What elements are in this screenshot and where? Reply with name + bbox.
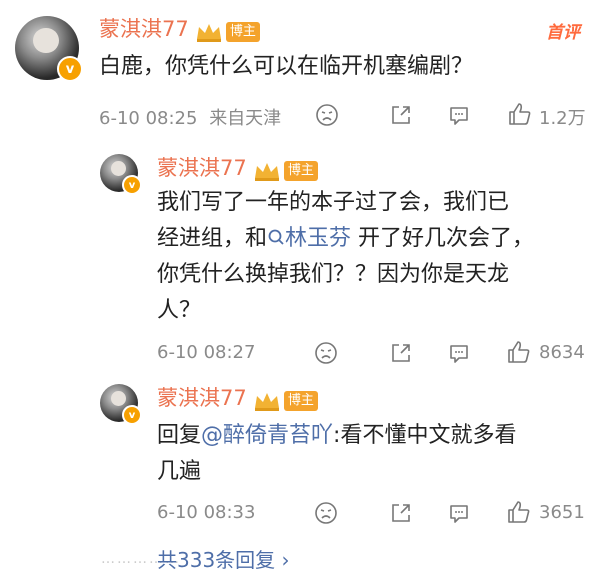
reply-line: 回复@醉倚青苔吖:看不懂中文就多看 bbox=[157, 418, 597, 454]
reply-line: 经进组，和 林玉芬 开了好几次会了， bbox=[157, 221, 597, 257]
comment-icon[interactable] bbox=[447, 341, 471, 365]
verified-icon: v bbox=[57, 56, 83, 82]
comment-icon[interactable] bbox=[447, 103, 471, 127]
like-icon[interactable] bbox=[506, 499, 532, 525]
author-name[interactable]: 蒙淇淇77 bbox=[99, 17, 189, 41]
reply-line: 人？ bbox=[157, 298, 202, 323]
blogger-badge: 博主 bbox=[283, 160, 318, 181]
comment-text: 白鹿，你凭什么可以在临开机塞编剧？ bbox=[99, 54, 474, 79]
crown-icon bbox=[254, 162, 279, 181]
comment-icon[interactable] bbox=[447, 501, 471, 525]
timestamp: 6-10 08:25 bbox=[99, 108, 198, 129]
reply-time: 6-10 08:27 bbox=[157, 342, 256, 363]
reply-text-part: 开了好几次会了， bbox=[351, 226, 535, 251]
search-icon bbox=[268, 229, 284, 245]
blogger-badge: 博主 bbox=[283, 390, 318, 411]
reply-header: 蒙淇淇77 博主 bbox=[157, 382, 318, 412]
crown-icon bbox=[196, 23, 221, 42]
reply-line: 我们写了一年的本子过了会，我们已 bbox=[157, 190, 510, 215]
reply-prefix: 回复 bbox=[157, 423, 202, 448]
like-count: 1.2万 bbox=[539, 108, 586, 129]
reply-line: 你凭什么换掉我们？？因为你是天龙 bbox=[157, 262, 510, 287]
avatar[interactable]: v bbox=[100, 384, 142, 425]
comment-time: 6-10 08:25 来自天津 bbox=[99, 104, 281, 130]
reply-header: 蒙淇淇77 博主 bbox=[157, 152, 318, 182]
first-comment-tag: 首评 bbox=[546, 23, 580, 43]
share-icon[interactable] bbox=[389, 341, 413, 365]
location: 来自天津 bbox=[209, 108, 282, 129]
avatar[interactable]: v bbox=[15, 16, 83, 82]
mention-link[interactable]: @醉倚青苔吖 bbox=[201, 423, 333, 448]
reply-line: 几遍 bbox=[157, 459, 202, 484]
like-icon[interactable] bbox=[506, 339, 532, 365]
dislike-icon[interactable] bbox=[314, 501, 338, 525]
reply-text-part: :看不懂中文就多看 bbox=[333, 423, 517, 448]
verified-icon: v bbox=[122, 405, 142, 425]
share-icon[interactable] bbox=[389, 501, 413, 525]
avatar[interactable]: v bbox=[100, 154, 142, 195]
reply-text: 回复@醉倚青苔吖:看不懂中文就多看 几遍 bbox=[157, 418, 597, 490]
crown-icon bbox=[254, 392, 279, 411]
search-mention-link[interactable]: 林玉芬 bbox=[267, 226, 351, 251]
blogger-badge: 博主 bbox=[225, 21, 260, 42]
reply-text: 我们写了一年的本子过了会，我们已 经进组，和 林玉芬 开了好几次会了， 你凭什么换… bbox=[157, 185, 597, 329]
share-icon[interactable] bbox=[389, 103, 413, 127]
author-name[interactable]: 蒙淇淇77 bbox=[157, 156, 247, 180]
like-count: 3651 bbox=[539, 502, 585, 523]
like-icon[interactable] bbox=[507, 101, 533, 127]
author-name[interactable]: 蒙淇淇77 bbox=[157, 386, 247, 410]
dislike-icon[interactable] bbox=[315, 103, 339, 127]
like-count: 8634 bbox=[539, 342, 585, 363]
dislike-icon[interactable] bbox=[314, 341, 338, 365]
reply-time: 6-10 08:33 bbox=[157, 502, 256, 523]
verified-icon: v bbox=[122, 175, 142, 195]
reply-text-part: 经进组，和 bbox=[157, 226, 268, 251]
more-replies-link[interactable]: 共333条回复 › bbox=[157, 544, 290, 573]
comment-header: 蒙淇淇77 博主 bbox=[99, 13, 260, 43]
mention-name: 林玉芬 bbox=[285, 226, 352, 251]
